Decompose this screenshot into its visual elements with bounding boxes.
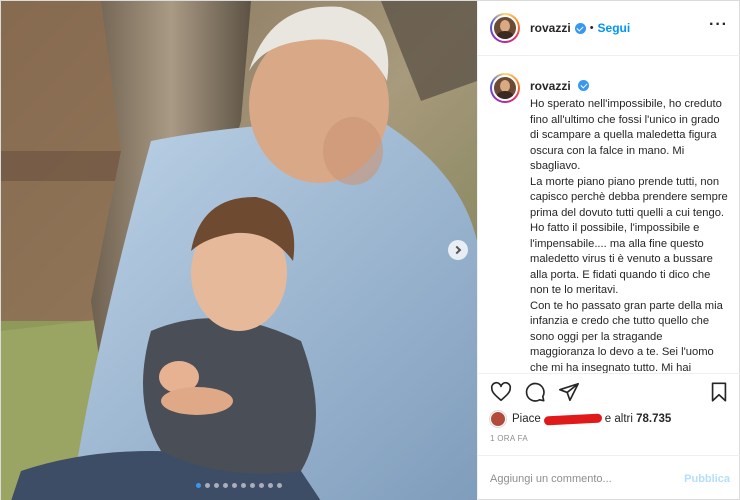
comment-icon[interactable] [524, 381, 546, 403]
photo-image [1, 1, 477, 500]
likes-summary[interactable]: Piace e altri 78.735 [490, 409, 671, 429]
post-photo[interactable] [1, 1, 477, 500]
comment-input[interactable] [490, 472, 685, 485]
carousel-dot [259, 483, 264, 488]
carousel-dot [268, 483, 273, 488]
carousel-dot [223, 483, 228, 488]
caption-username[interactable]: rovazzi [530, 79, 571, 93]
liker-avatar [490, 411, 506, 427]
caption-body: rovazzi Ho sperato nell'impossibile, ho … [530, 71, 728, 373]
carousel-dot [196, 483, 201, 488]
post-header: rovazzi • Segui ··· [478, 1, 740, 56]
avatar-image [492, 75, 518, 101]
author-username[interactable]: rovazzi [530, 21, 571, 35]
likes-prefix: Piace [512, 413, 541, 425]
heart-icon[interactable] [490, 381, 512, 403]
caption-username-row: rovazzi [530, 79, 728, 93]
likes-suffix: e altri [604, 413, 633, 425]
caption-text: Ho sperato nell'impossibile, ho creduto … [530, 98, 728, 373]
verified-badge-icon [574, 22, 586, 34]
action-bar [478, 373, 740, 409]
carousel-indicators [1, 483, 477, 488]
comment-form: Pubblica [478, 455, 740, 500]
next-photo-button[interactable] [448, 240, 468, 260]
follow-button[interactable]: Segui [598, 21, 631, 35]
carousel-dot [205, 483, 210, 488]
carousel-dot [277, 483, 282, 488]
redacted-username [543, 412, 602, 426]
carousel-dot [214, 483, 219, 488]
publish-button[interactable]: Pubblica [684, 473, 730, 485]
caption-avatar[interactable] [490, 73, 520, 103]
post-timestamp[interactable]: 1 ORA FA [490, 434, 528, 443]
header-separator: • [589, 22, 594, 34]
more-options-icon[interactable]: ··· [709, 17, 728, 33]
carousel-dot [232, 483, 237, 488]
likes-count[interactable]: 78.735 [636, 413, 671, 425]
share-icon[interactable] [558, 381, 580, 403]
caption-section: rovazzi Ho sperato nell'impossibile, ho … [478, 57, 740, 373]
avatar-image [492, 15, 518, 41]
instagram-post: rovazzi • Segui ··· rovazzi Ho sperato n… [0, 0, 740, 500]
chevron-right-icon [452, 245, 462, 255]
post-sidebar: rovazzi • Segui ··· rovazzi Ho sperato n… [477, 1, 740, 500]
author-avatar[interactable] [490, 13, 520, 43]
bookmark-icon[interactable] [708, 381, 730, 403]
carousel-dot [241, 483, 246, 488]
carousel-dot [250, 483, 255, 488]
verified-badge-icon [578, 80, 590, 91]
